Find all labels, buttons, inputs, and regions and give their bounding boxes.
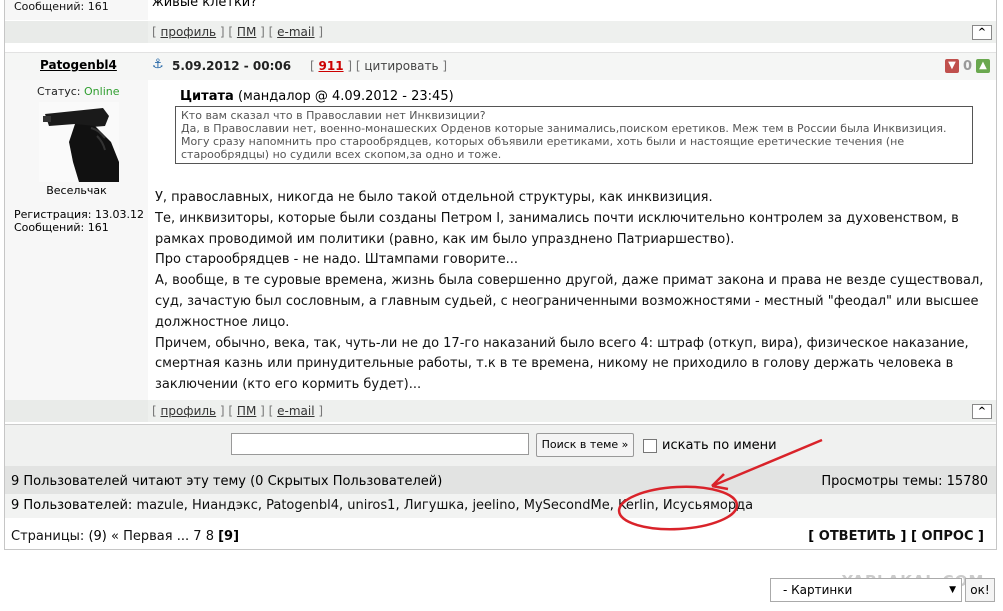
red-annotation [617,438,823,531]
highlight-ellipse [617,485,739,531]
annotation-arrow [711,438,823,488]
